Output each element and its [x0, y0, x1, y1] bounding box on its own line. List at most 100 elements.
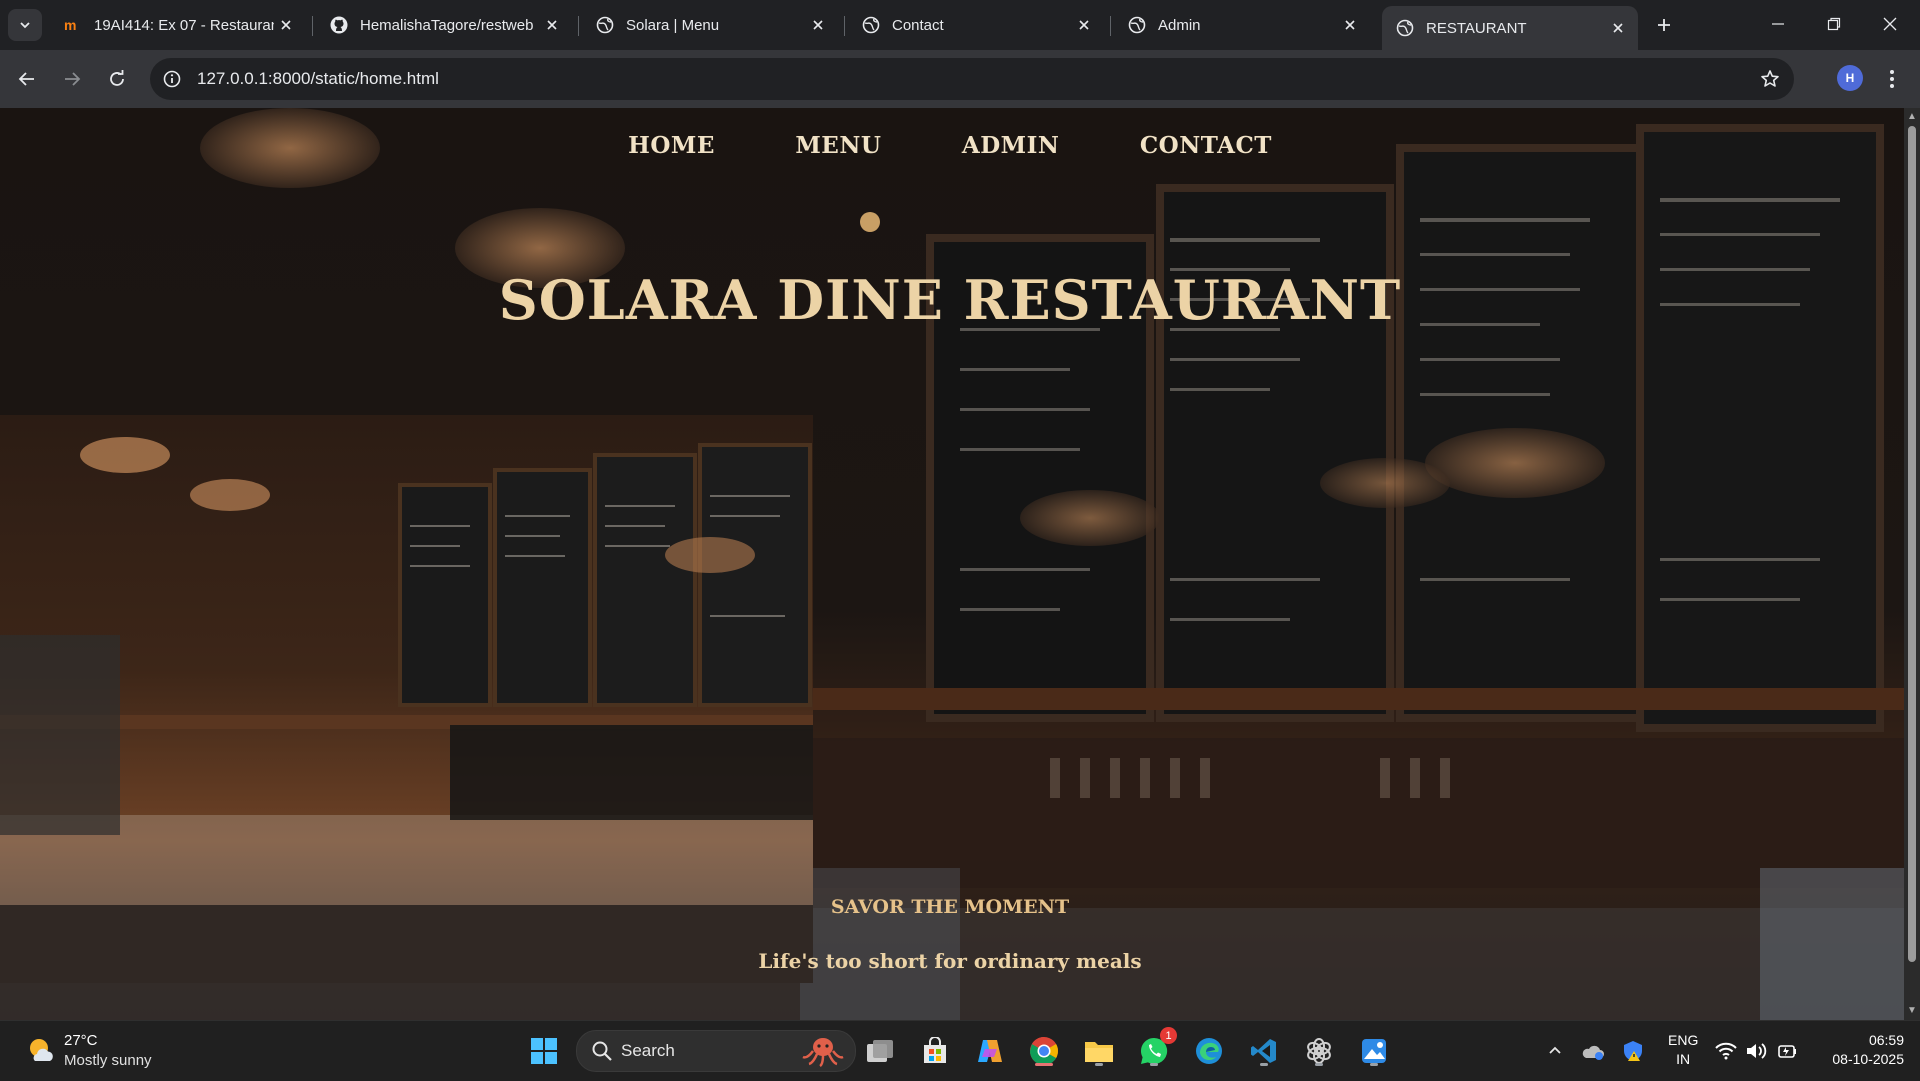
- restore-icon: [1827, 17, 1841, 31]
- vscode-button[interactable]: [1246, 1033, 1282, 1069]
- tab-title: 19AI414: Ex 07 - Restauran: [94, 16, 274, 34]
- tab-title: Admin: [1158, 16, 1201, 34]
- running-indicator: [1370, 1063, 1378, 1066]
- globe-icon: [1128, 16, 1146, 34]
- running-indicator: [1150, 1063, 1158, 1066]
- reload-icon: [110, 70, 124, 86]
- notification-badge: 1: [1160, 1027, 1177, 1044]
- security-tray-button[interactable]: [1618, 1021, 1648, 1081]
- copilot-button[interactable]: [972, 1033, 1008, 1069]
- globe-icon: [1396, 19, 1414, 37]
- cloud-icon: [1582, 1045, 1604, 1060]
- tagline: SAVOR THE MOMENT: [830, 896, 1070, 918]
- restore-button[interactable]: [1806, 0, 1862, 48]
- new-tab-button[interactable]: [1650, 11, 1678, 39]
- weather-description[interactable]: Mostly sunny: [64, 1052, 152, 1069]
- close-icon[interactable]: [1606, 16, 1630, 40]
- nav-link-admin[interactable]: ADMIN: [962, 132, 1060, 159]
- github-icon: [330, 16, 348, 34]
- page-viewport: HOME MENU ADMIN CONTACT SOLARA DINE REST…: [0, 108, 1904, 1020]
- more-vertical-icon: [1890, 70, 1894, 88]
- nav-link-menu[interactable]: MENU: [795, 132, 881, 159]
- weather-sun-cloud-icon[interactable]: [26, 1035, 56, 1065]
- weather-temperature[interactable]: 27°C: [64, 1032, 98, 1049]
- clock-time: 06:59: [1868, 1032, 1904, 1048]
- site-navigation: HOME MENU ADMIN CONTACT: [0, 132, 1900, 159]
- search-label: Search: [621, 1041, 675, 1060]
- chrome-icon: [1030, 1037, 1058, 1065]
- close-icon[interactable]: [274, 13, 298, 37]
- bookmark-star-icon[interactable]: [1758, 67, 1782, 91]
- profile-avatar[interactable]: H: [1837, 65, 1863, 91]
- chatgpt-button[interactable]: [1301, 1033, 1337, 1069]
- wifi-tray-button[interactable]: [1712, 1021, 1740, 1081]
- microsoft-store-button[interactable]: [917, 1033, 953, 1069]
- taskbar-search-box[interactable]: Search: [576, 1030, 856, 1072]
- tab-divider: [844, 16, 845, 36]
- folder-icon: [1085, 1042, 1113, 1062]
- tab-solara-menu[interactable]: Solara | Menu: [582, 8, 838, 42]
- back-button[interactable]: [11, 63, 43, 95]
- edge-icon: [1196, 1038, 1222, 1064]
- speaker-icon: [1747, 1043, 1767, 1059]
- running-indicator: [1315, 1063, 1323, 1066]
- input-language-indicator[interactable]: ENG IN: [1668, 1031, 1698, 1069]
- browser-toolbar: 127.0.0.1:8000/static/home.html H: [0, 50, 1920, 108]
- url-text[interactable]: 127.0.0.1:8000/static/home.html: [197, 69, 439, 89]
- chatgpt-icon: [1307, 1038, 1331, 1064]
- tab-divider: [578, 16, 579, 36]
- scroll-up-icon[interactable]: ▲: [1907, 112, 1917, 122]
- tab-github[interactable]: HemalishaTagore/restweb: [316, 8, 572, 42]
- nav-link-contact[interactable]: CONTACT: [1140, 132, 1272, 159]
- tab-strip: m 19AI414: Ex 07 - Restauran HemalishaTa…: [0, 0, 1920, 50]
- reload-button[interactable]: [101, 63, 133, 95]
- forward-button[interactable]: [56, 63, 88, 95]
- tab-search-button[interactable]: [8, 9, 42, 41]
- sub-tagline: Life's too short for ordinary meals: [758, 949, 1142, 973]
- windows-taskbar: 27°C Mostly sunny Search 1 ENG IN 06:59 …: [0, 1020, 1920, 1081]
- address-bar[interactable]: 127.0.0.1:8000/static/home.html: [150, 58, 1794, 100]
- chevron-up-icon: [1549, 1046, 1561, 1054]
- running-indicator: [1260, 1063, 1268, 1066]
- task-view-button[interactable]: [862, 1033, 898, 1069]
- tab-title: Contact: [892, 16, 944, 34]
- moodle-icon: m: [64, 16, 82, 34]
- file-explorer-button[interactable]: [1081, 1033, 1117, 1069]
- browser-menu-button[interactable]: [1880, 63, 1904, 95]
- start-button[interactable]: [526, 1033, 562, 1069]
- page-scrollbar[interactable]: ▲ ▼: [1904, 108, 1920, 1020]
- tab-restaurant[interactable]: RESTAURANT: [1382, 6, 1638, 50]
- region-code: IN: [1676, 1051, 1691, 1067]
- copilot-icon: [978, 1040, 1002, 1062]
- close-icon[interactable]: [806, 13, 830, 37]
- nav-link-home[interactable]: HOME: [628, 132, 715, 159]
- vscode-icon: [1251, 1039, 1276, 1063]
- window-close-button[interactable]: [1862, 0, 1918, 48]
- photos-icon: [1362, 1039, 1386, 1063]
- tray-overflow-button[interactable]: [1540, 1021, 1570, 1081]
- battery-tray-button[interactable]: [1772, 1021, 1800, 1081]
- tab-divider: [1110, 16, 1111, 36]
- edge-button[interactable]: [1191, 1033, 1227, 1069]
- scrollbar-thumb[interactable]: [1908, 126, 1916, 962]
- minimize-icon: [1772, 23, 1784, 25]
- running-indicator: [1095, 1063, 1103, 1066]
- close-icon[interactable]: [540, 13, 564, 37]
- photos-button[interactable]: [1356, 1033, 1392, 1069]
- plus-icon: [1658, 19, 1670, 31]
- tab-moodle[interactable]: m 19AI414: Ex 07 - Restauran: [50, 8, 306, 42]
- site-info-icon[interactable]: [160, 67, 184, 91]
- volume-tray-button[interactable]: [1742, 1021, 1770, 1081]
- close-icon[interactable]: [1072, 13, 1096, 37]
- tab-admin[interactable]: Admin: [1114, 8, 1370, 42]
- tab-divider: [312, 16, 313, 36]
- chrome-taskbar-button[interactable]: [1026, 1033, 1062, 1069]
- close-icon: [1883, 17, 1897, 31]
- minimize-button[interactable]: [1750, 0, 1806, 48]
- system-clock[interactable]: 06:59 08-10-2025: [1812, 1031, 1904, 1069]
- arrow-right-icon: [65, 72, 81, 86]
- close-icon[interactable]: [1338, 13, 1362, 37]
- tab-contact[interactable]: Contact: [848, 8, 1104, 42]
- onedrive-tray-button[interactable]: [1578, 1021, 1608, 1081]
- scroll-down-icon[interactable]: ▼: [1907, 1006, 1917, 1016]
